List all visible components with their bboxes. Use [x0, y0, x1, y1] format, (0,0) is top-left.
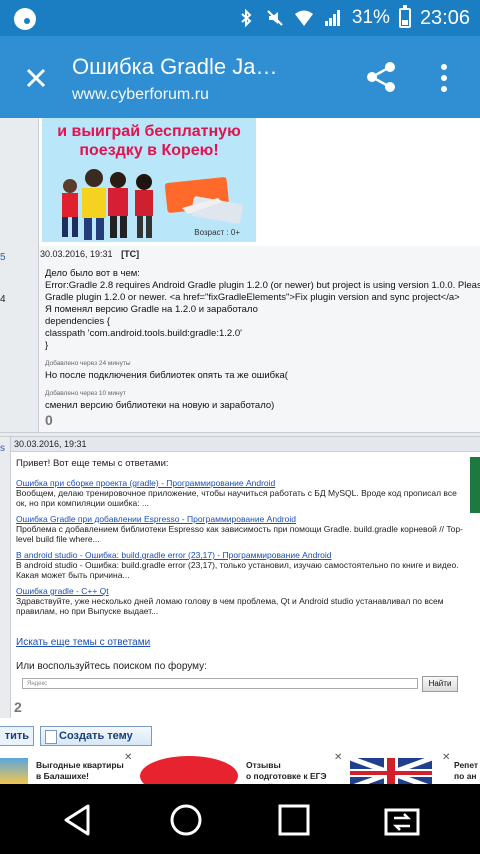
switch-icon[interactable] [382, 800, 422, 840]
related-topics: Привет! Вот еще темы с ответами: Ошибка … [16, 459, 464, 622]
related-intro: Привет! Вот еще темы с ответами: [16, 458, 169, 469]
ad-thumbnail [349, 755, 433, 784]
more-options-icon[interactable] [432, 60, 456, 96]
ad-text: Выгодные квартиры в Балашихе! [36, 760, 124, 782]
ad-close-icon[interactable]: ✕ [442, 752, 450, 763]
action-row: тить Создать тему [0, 718, 480, 752]
ad-text-2: Отзывы о подготовке к ЕГЭ Онлайн... [246, 760, 327, 784]
ad-item[interactable]: Репет по ан ✕ [349, 752, 480, 784]
post-line: Дело было вот в чем: [45, 268, 140, 279]
ads-row: Выгодные квартиры в Балашихе! ✕ Отзывы о… [0, 752, 480, 784]
related-desc: Проблема с добавлением библиотеки Espres… [16, 524, 463, 544]
mute-icon [267, 10, 283, 26]
ad-thumbnail [0, 758, 28, 784]
create-topic-button[interactable]: Создать тему [40, 726, 152, 746]
app-bar: Ошибка Gradle Ja… www.cyberforum.ru [0, 36, 480, 118]
search-label: Или воспользуйтесь поиском по форуму: [16, 661, 207, 672]
web-content[interactable]: и выиграй бесплатную поездку в Корею! Во… [0, 118, 480, 784]
battery-level [401, 20, 408, 25]
ad-thumbnail [140, 756, 238, 784]
ad-banner-text: и выиграй бесплатную поездку в Корею! [42, 122, 256, 160]
sidebar-mark: s [0, 443, 5, 454]
related-item: Ошибка gradle - C++ Qt Здравствуйте, уже… [16, 586, 464, 616]
ad-item[interactable]: Выгодные квартиры в Балашихе! ✕ [0, 752, 140, 784]
ad-banner-line1: и выиграй бесплатную [57, 123, 241, 140]
related-link[interactable]: Ошибка при сборке проекта (gradle) - Про… [16, 478, 464, 488]
wifi-icon [294, 10, 313, 26]
post-line: Я поменял версию Gradle на 1.2.0 и зараб… [45, 304, 258, 315]
post-line: сменил версию библиотеки на новую и зара… [45, 400, 275, 411]
post-line: Gradle plugin 1.2.0 or newer. <a href="f… [45, 292, 460, 303]
related-item: В android studio - Ошибка: build.gradle … [16, 550, 464, 580]
side-ad-strip [470, 457, 480, 513]
ad-age-label: Возраст : 0+ [194, 228, 240, 237]
post-header: 30.03.2016, 19:31 [ТС] [40, 249, 139, 259]
new-topic-icon [45, 730, 57, 744]
post-rating: 2 [14, 699, 22, 715]
ad-item[interactable]: Отзывы о подготовке к ЕГЭ Онлайн... ✕ [140, 752, 346, 784]
navigation-bar [0, 784, 480, 854]
sidebar-mark: 5 [0, 252, 6, 263]
forum-post: 5 4 30.03.2016, 19:31 [ТС] Дело было вот… [0, 246, 480, 433]
post-body: Дело было вот в чем: Error:Gradle 2.8 re… [45, 268, 480, 412]
ad-text-1: Выгодные квартиры в Балашихе! [36, 760, 124, 781]
forum-search-input[interactable]: Яндекс [22, 678, 418, 689]
page-url: www.cyberforum.ru [72, 86, 209, 103]
related-topics-post: s 30.03.2016, 19:31 Привет! Вот еще темы… [0, 436, 480, 719]
related-desc: В android studio - Ошибка: build.gradle … [16, 560, 459, 580]
post-line: Error:Gradle 2.8 requires Android Gradle… [45, 280, 480, 291]
related-link[interactable]: В android studio - Ошибка: build.gradle … [16, 550, 464, 560]
ad-banner[interactable]: и выиграй бесплатную поездку в Корею! Во… [42, 118, 256, 242]
ad-banner-line2: поездку в Корею! [79, 142, 219, 159]
related-link[interactable]: Ошибка gradle - C++ Qt [16, 586, 464, 596]
home-icon[interactable] [166, 800, 206, 840]
related-desc: Вообщем, делаю тренировочное приложение,… [16, 488, 457, 508]
added-note: Добавлено через 24 минуты [45, 360, 131, 367]
ad-text-3: Репет по ан [454, 760, 479, 781]
create-topic-label: Создать тему [59, 730, 133, 742]
related-desc: Здравствуйте, уже несколько дней ломаю г… [16, 596, 444, 616]
ad-close-icon[interactable]: ✕ [124, 752, 132, 763]
signal-icon [324, 10, 340, 26]
post-line: classpath 'com.android.tools.build:gradl… [45, 328, 242, 339]
clock: 23:06 [419, 6, 470, 29]
added-note: Добавлено через 10 минут [45, 390, 126, 397]
bluetooth-icon [241, 8, 252, 28]
post-sidebar: s [0, 437, 11, 719]
more-topics-link[interactable]: Искать еще темы с ответами [16, 637, 150, 648]
page-title: Ошибка Gradle Ja… [72, 54, 278, 79]
post-line: Но после подключения библиотек опять та … [45, 370, 288, 381]
post-date: 30.03.2016, 19:31 [40, 249, 113, 259]
search-button[interactable]: Найти [422, 676, 458, 692]
notification-icon [14, 8, 36, 30]
ad-close-icon[interactable]: ✕ [334, 752, 342, 763]
sidebar-mark: 4 [0, 294, 6, 305]
related-item: Ошибка Gradle при добавлении Espresso - … [16, 514, 464, 544]
reply-button[interactable]: тить [0, 726, 34, 746]
ad-block: и выиграй бесплатную поездку в Корею! Во… [0, 118, 480, 247]
post-sidebar [0, 118, 39, 246]
ad-text: Репет по ан [454, 760, 478, 782]
post-line: dependencies { [45, 316, 110, 327]
back-icon[interactable] [58, 800, 98, 840]
share-icon[interactable] [362, 58, 400, 96]
flag-icon [349, 755, 433, 784]
related-item: Ошибка при сборке проекта (gradle) - Про… [16, 478, 464, 508]
post-rating: 0 [45, 412, 53, 428]
post-line: } [45, 340, 49, 351]
post-sidebar: 5 4 [0, 246, 39, 432]
status-icons: 31% 23:06 [236, 5, 470, 30]
topic-starter-tag: [ТС] [121, 249, 140, 259]
battery-icon [398, 5, 411, 28]
status-bar: 31% 23:06 [0, 0, 480, 36]
ad-text: Отзывы о подготовке к ЕГЭ Онлайн... [246, 760, 327, 784]
post-date: 30.03.2016, 19:31 [14, 439, 87, 449]
close-icon[interactable] [16, 58, 56, 98]
related-link[interactable]: Ошибка Gradle при добавлении Espresso - … [16, 514, 464, 524]
recents-icon[interactable] [274, 800, 314, 840]
battery-percent: 31% [351, 7, 390, 28]
